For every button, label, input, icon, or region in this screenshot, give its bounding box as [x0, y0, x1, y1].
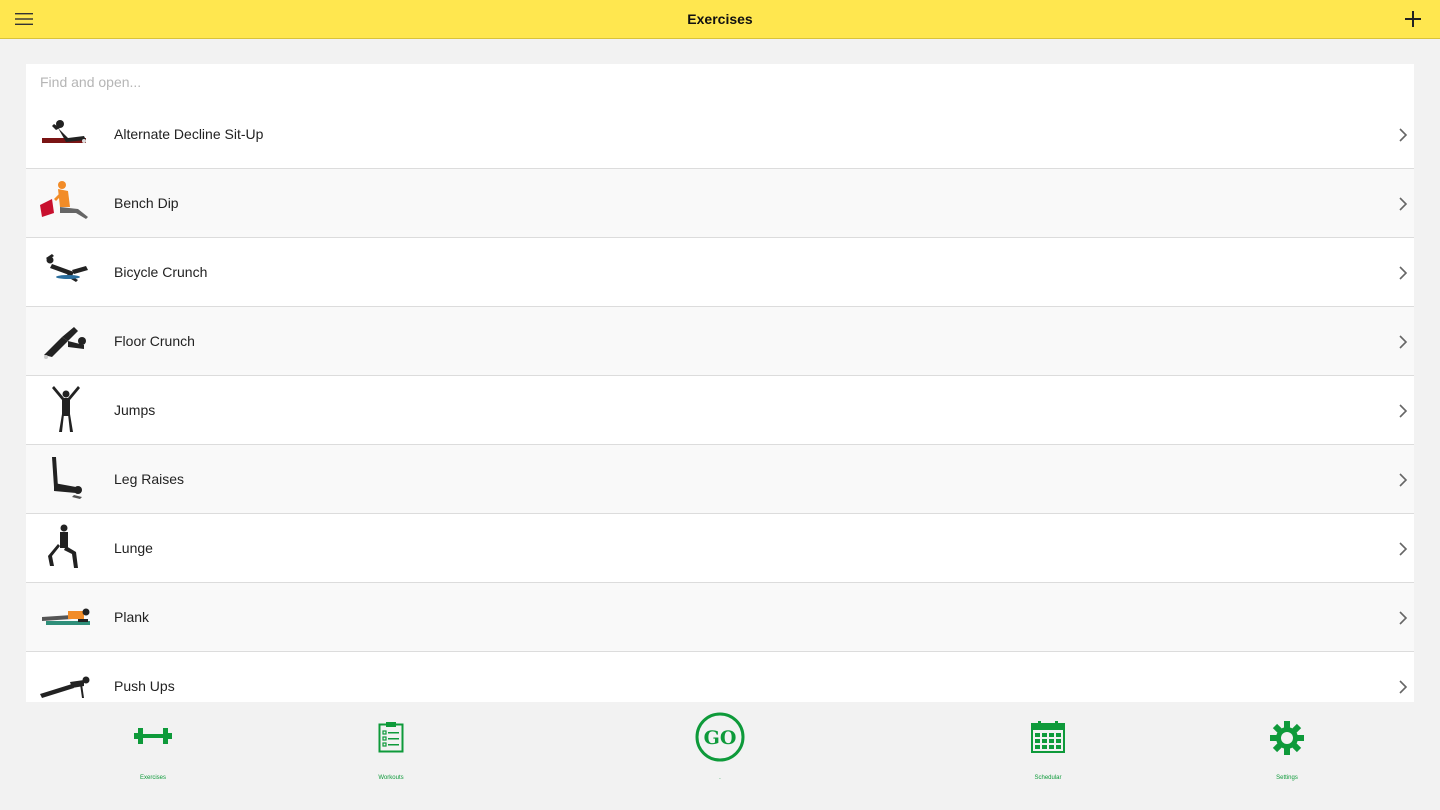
exercise-name: Leg Raises	[114, 471, 185, 487]
exercise-thumbnail	[42, 608, 90, 625]
exercise-name: Push Ups	[114, 678, 175, 694]
tab-label: Settings	[1276, 775, 1298, 781]
exercise-name: Jumps	[114, 402, 156, 418]
chevron-right-icon	[1399, 404, 1408, 418]
list-item[interactable]: Jumps	[26, 376, 1414, 445]
exercise-name: Bicycle Crunch	[114, 264, 208, 280]
dumbbell-icon	[134, 728, 172, 744]
chevron-right-icon	[1399, 266, 1408, 280]
chevron-right-icon	[1399, 128, 1408, 142]
list-item[interactable]: Push Ups	[26, 652, 1414, 702]
chevron-right-icon	[1399, 542, 1408, 556]
exercise-thumbnail	[42, 120, 86, 143]
chevron-right-icon	[1399, 335, 1408, 349]
exercise-name: Bench Dip	[114, 195, 179, 211]
exercise-list: Alternate Decline Sit-Up Bench Dip Bicyc…	[26, 100, 1414, 702]
exercise-thumbnail	[44, 327, 86, 359]
list-item[interactable]: Bench Dip	[26, 169, 1414, 238]
gear-icon	[1270, 721, 1304, 755]
chevron-right-icon	[1399, 197, 1408, 211]
plus-icon	[1405, 11, 1421, 27]
tab-workouts[interactable]: Workouts	[331, 702, 451, 792]
search-input[interactable]	[26, 64, 1414, 100]
tab-label: Schedular	[1034, 775, 1062, 781]
tab-exercises[interactable]: Exercises	[93, 702, 213, 792]
tab-schedular[interactable]: Schedular	[988, 702, 1108, 792]
chevron-right-icon	[1399, 680, 1408, 694]
list-item[interactable]: Bicycle Crunch	[26, 238, 1414, 307]
exercise-name: Alternate Decline Sit-Up	[114, 126, 264, 142]
tab-label: Workouts	[378, 775, 404, 781]
exercise-thumbnail	[40, 181, 88, 219]
list-item[interactable]: Floor Crunch	[26, 307, 1414, 376]
calendar-icon	[1031, 721, 1065, 753]
chevron-right-icon	[1399, 473, 1408, 487]
list-item[interactable]: Plank	[26, 583, 1414, 652]
list-item[interactable]: Alternate Decline Sit-Up	[26, 100, 1414, 169]
exercise-name: Floor Crunch	[114, 333, 195, 349]
exercise-thumbnail	[48, 524, 78, 568]
clipboard-list-icon	[378, 722, 404, 753]
add-exercise-button[interactable]	[1398, 4, 1428, 34]
exercise-name: Plank	[114, 609, 150, 625]
exercise-thumbnail	[46, 254, 88, 282]
exercise-thumbnail	[52, 386, 80, 432]
exercise-name: Lunge	[114, 540, 153, 556]
tab-settings[interactable]: Settings	[1227, 702, 1347, 792]
tab-label: .	[719, 775, 721, 781]
app-header: Exercises	[0, 0, 1440, 39]
chevron-right-icon	[1399, 611, 1408, 625]
list-item[interactable]: Lunge	[26, 514, 1414, 583]
bottom-tab-bar: Exercises Workouts GO . Schedular Settin…	[0, 702, 1440, 810]
tab-go[interactable]: GO .	[660, 702, 780, 792]
exercise-list-panel: Alternate Decline Sit-Up Bench Dip	[26, 64, 1414, 702]
tab-label: Exercises	[139, 775, 166, 781]
exercise-thumbnail	[52, 457, 82, 499]
page-title: Exercises	[687, 11, 753, 27]
list-item[interactable]: Leg Raises	[26, 445, 1414, 514]
svg-text:GO: GO	[704, 727, 737, 749]
exercise-thumbnail	[40, 676, 90, 698]
go-button-icon: GO	[695, 712, 745, 762]
